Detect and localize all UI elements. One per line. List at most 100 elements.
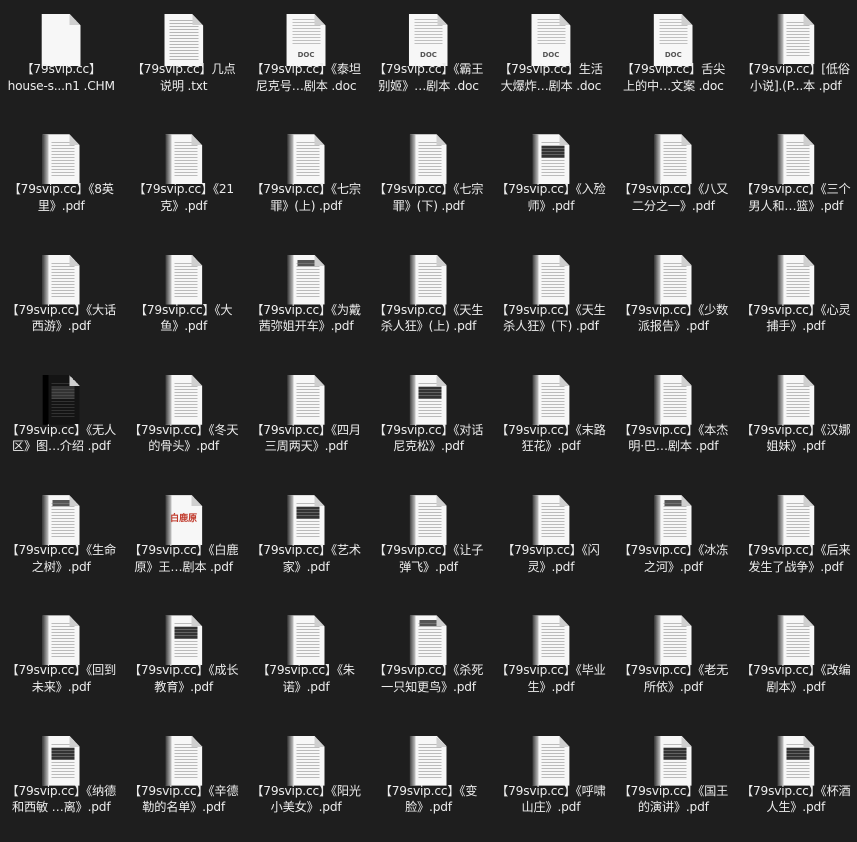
file-item[interactable]: 【79svip.cc】《天生 杀人狂》(下) .pdf bbox=[490, 241, 612, 361]
file-item[interactable]: 【79svip.cc】《阳光 小美女》.pdf bbox=[245, 722, 367, 842]
file-name-label[interactable]: 【79svip.cc】《心灵 捕手》.pdf bbox=[735, 302, 857, 335]
pdf-file-icon[interactable] bbox=[777, 495, 815, 546]
file-item[interactable]: DOC 【79svip.cc】舌尖 上的中…文案 .doc bbox=[612, 0, 734, 120]
file-item[interactable]: 【79svip.cc】《闪 灵》.pdf bbox=[490, 481, 612, 601]
file-name-label[interactable]: 【79svip.cc】 house-s...n1 .CHM bbox=[0, 61, 122, 94]
file-item[interactable]: 【79svip.cc】《八又 二分之一》.pdf bbox=[612, 120, 734, 240]
file-item[interactable]: DOC 【79svip.cc】生活 大爆炸…剧本 .doc bbox=[490, 0, 612, 120]
file-item[interactable]: 【79svip.cc】《让子 弹飞》.pdf bbox=[367, 481, 489, 601]
file-name-label[interactable]: 【79svip.cc】《改编 剧本》.pdf bbox=[735, 662, 857, 695]
file-item[interactable]: 【79svip.cc】《杀死 一只知更鸟》.pdf bbox=[367, 601, 489, 721]
file-item[interactable]: 【79svip.cc】《天生 杀人狂》(上) .pdf bbox=[367, 241, 489, 361]
file-name-label[interactable]: 【79svip.cc】《阳光 小美女》.pdf bbox=[245, 783, 367, 816]
pdf-file-icon[interactable] bbox=[409, 735, 447, 786]
pdf-file-icon[interactable] bbox=[42, 134, 80, 185]
file-name-label[interactable]: 【79svip.cc】《毕业 生》.pdf bbox=[490, 662, 612, 695]
file-name-label[interactable]: 【79svip.cc】《纳德 和西敏 …离》.pdf bbox=[0, 783, 122, 816]
file-item[interactable]: 【79svip.cc】《改编 剧本》.pdf bbox=[735, 601, 857, 721]
file-item[interactable]: 【79svip.cc】《三个 男人和…篮》.pdf bbox=[735, 120, 857, 240]
file-name-label[interactable]: 【79svip.cc】《白鹿 原》王…剧本 .pdf bbox=[122, 542, 244, 575]
pdf-file-icon[interactable] bbox=[409, 374, 447, 425]
file-item[interactable]: 【79svip.cc】《8英 里》.pdf bbox=[0, 120, 122, 240]
pdf-file-icon[interactable] bbox=[165, 374, 203, 425]
file-item[interactable]: 【79svip.cc】《大 鱼》.pdf bbox=[122, 241, 244, 361]
chm-file-icon[interactable] bbox=[41, 14, 81, 66]
file-name-label[interactable]: 【79svip.cc】《天生 杀人狂》(下) .pdf bbox=[490, 302, 612, 335]
file-name-label[interactable]: 【79svip.cc】《大 鱼》.pdf bbox=[122, 302, 244, 335]
pdf-file-icon[interactable]: 白鹿原 bbox=[165, 495, 203, 546]
file-item[interactable]: 【79svip.cc】《杯酒 人生》.pdf bbox=[735, 722, 857, 842]
file-item[interactable]: 【79svip.cc】《21 克》.pdf bbox=[122, 120, 244, 240]
file-item[interactable]: 【79svip.cc】《后来 发生了战争》.pdf bbox=[735, 481, 857, 601]
file-item[interactable]: 【79svip.cc】《回到 未来》.pdf bbox=[0, 601, 122, 721]
file-name-label[interactable]: 【79svip.cc】《杯酒 人生》.pdf bbox=[735, 783, 857, 816]
file-name-label[interactable]: 【79svip.cc】舌尖 上的中…文案 .doc bbox=[612, 61, 734, 94]
pdf-file-icon[interactable] bbox=[42, 374, 80, 425]
file-item[interactable]: 【79svip.cc】《末路 狂花》.pdf bbox=[490, 361, 612, 481]
file-name-label[interactable]: 【79svip.cc】[低俗 小说].(P...本 .pdf bbox=[735, 61, 857, 94]
file-name-label[interactable]: 【79svip.cc】《冬天 的骨头》.pdf bbox=[122, 422, 244, 455]
file-item[interactable]: 【79svip.cc】《本杰 明·巴…剧本 .pdf bbox=[612, 361, 734, 481]
file-item[interactable]: 【79svip.cc】《对话 尼克松》.pdf bbox=[367, 361, 489, 481]
file-item[interactable]: 【79svip.cc】《心灵 捕手》.pdf bbox=[735, 241, 857, 361]
pdf-file-icon[interactable] bbox=[287, 615, 325, 666]
pdf-file-icon[interactable] bbox=[654, 374, 692, 425]
file-name-label[interactable]: 【79svip.cc】《国王 的演讲》.pdf bbox=[612, 783, 734, 816]
file-name-label[interactable]: 【79svip.cc】《少数 派报告》.pdf bbox=[612, 302, 734, 335]
file-item[interactable]: 【79svip.cc】《生命 之树》.pdf bbox=[0, 481, 122, 601]
pdf-file-icon[interactable] bbox=[532, 254, 570, 305]
pdf-file-icon[interactable] bbox=[287, 254, 325, 305]
file-name-label[interactable]: 【79svip.cc】《四月 三周两天》.pdf bbox=[245, 422, 367, 455]
txt-file-icon[interactable] bbox=[164, 14, 204, 66]
pdf-file-icon[interactable] bbox=[287, 374, 325, 425]
file-name-label[interactable]: 【79svip.cc】《天生 杀人狂》(上) .pdf bbox=[367, 302, 489, 335]
file-name-label[interactable]: 【79svip.cc】《三个 男人和…篮》.pdf bbox=[735, 181, 857, 214]
file-name-label[interactable]: 【79svip.cc】《杀死 一只知更鸟》.pdf bbox=[367, 662, 489, 695]
pdf-file-icon[interactable] bbox=[409, 615, 447, 666]
file-name-label[interactable]: 【79svip.cc】《大话 西游》.pdf bbox=[0, 302, 122, 335]
file-name-label[interactable]: 【79svip.cc】《回到 未来》.pdf bbox=[0, 662, 122, 695]
pdf-file-icon[interactable] bbox=[287, 495, 325, 546]
file-item[interactable]: DOC 【79svip.cc】《泰坦 尼克号…剧本 .doc bbox=[245, 0, 367, 120]
pdf-file-icon[interactable] bbox=[42, 615, 80, 666]
file-name-label[interactable]: 【79svip.cc】《七宗 罪》(上) .pdf bbox=[245, 181, 367, 214]
file-name-label[interactable]: 【79svip.cc】生活 大爆炸…剧本 .doc bbox=[490, 61, 612, 94]
pdf-file-icon[interactable] bbox=[165, 615, 203, 666]
pdf-file-icon[interactable] bbox=[654, 134, 692, 185]
file-item[interactable]: DOC 【79svip.cc】《霸王 别姬》…剧本 .doc bbox=[367, 0, 489, 120]
file-name-label[interactable]: 【79svip.cc】《霸王 别姬》…剧本 .doc bbox=[367, 61, 489, 94]
file-item[interactable]: 【79svip.cc】《为戴 茜弥姐开车》.pdf bbox=[245, 241, 367, 361]
pdf-file-icon[interactable] bbox=[287, 134, 325, 185]
file-item[interactable]: 【79svip.cc】《大话 西游》.pdf bbox=[0, 241, 122, 361]
file-name-label[interactable]: 【79svip.cc】《入殓 师》.pdf bbox=[490, 181, 612, 214]
file-item[interactable]: 【79svip.cc】《纳德 和西敏 …离》.pdf bbox=[0, 722, 122, 842]
file-item[interactable]: 【79svip.cc】《七宗 罪》(上) .pdf bbox=[245, 120, 367, 240]
file-name-label[interactable]: 【79svip.cc】《老无 所依》.pdf bbox=[612, 662, 734, 695]
pdf-file-icon[interactable] bbox=[532, 495, 570, 546]
file-item[interactable]: 【79svip.cc】《呼啸 山庄》.pdf bbox=[490, 722, 612, 842]
pdf-file-icon[interactable] bbox=[287, 735, 325, 786]
pdf-file-icon[interactable] bbox=[409, 254, 447, 305]
file-name-label[interactable]: 【79svip.cc】《变 脸》.pdf bbox=[367, 783, 489, 816]
pdf-file-icon[interactable] bbox=[409, 495, 447, 546]
pdf-file-icon[interactable] bbox=[777, 615, 815, 666]
file-name-label[interactable]: 【79svip.cc】《为戴 茜弥姐开车》.pdf bbox=[245, 302, 367, 335]
file-item[interactable]: 【79svip.cc】《成长 教育》.pdf bbox=[122, 601, 244, 721]
pdf-file-icon[interactable] bbox=[42, 495, 80, 546]
pdf-file-icon[interactable] bbox=[777, 254, 815, 305]
file-name-label[interactable]: 【79svip.cc】《闪 灵》.pdf bbox=[490, 542, 612, 575]
pdf-file-icon[interactable] bbox=[165, 134, 203, 185]
file-name-label[interactable]: 【79svip.cc】《本杰 明·巴…剧本 .pdf bbox=[612, 422, 734, 455]
file-item[interactable]: 【79svip.cc】《辛德 勒的名单》.pdf bbox=[122, 722, 244, 842]
pdf-file-icon[interactable] bbox=[532, 134, 570, 185]
file-item[interactable]: 【79svip.cc】《无人 区》图…介绍 .pdf bbox=[0, 361, 122, 481]
file-name-label[interactable]: 【79svip.cc】《生命 之树》.pdf bbox=[0, 542, 122, 575]
pdf-file-icon[interactable] bbox=[42, 254, 80, 305]
pdf-file-icon[interactable] bbox=[532, 735, 570, 786]
file-item[interactable]: 【79svip.cc】 house-s...n1 .CHM bbox=[0, 0, 122, 120]
file-name-label[interactable]: 【79svip.cc】《8英 里》.pdf bbox=[0, 181, 122, 214]
file-item[interactable]: 【79svip.cc】《七宗 罪》(下) .pdf bbox=[367, 120, 489, 240]
pdf-file-icon[interactable] bbox=[42, 735, 80, 786]
file-name-label[interactable]: 【79svip.cc】《无人 区》图…介绍 .pdf bbox=[0, 422, 122, 455]
file-item[interactable]: 白鹿原 【79svip.cc】《白鹿 原》王…剧本 .pdf bbox=[122, 481, 244, 601]
